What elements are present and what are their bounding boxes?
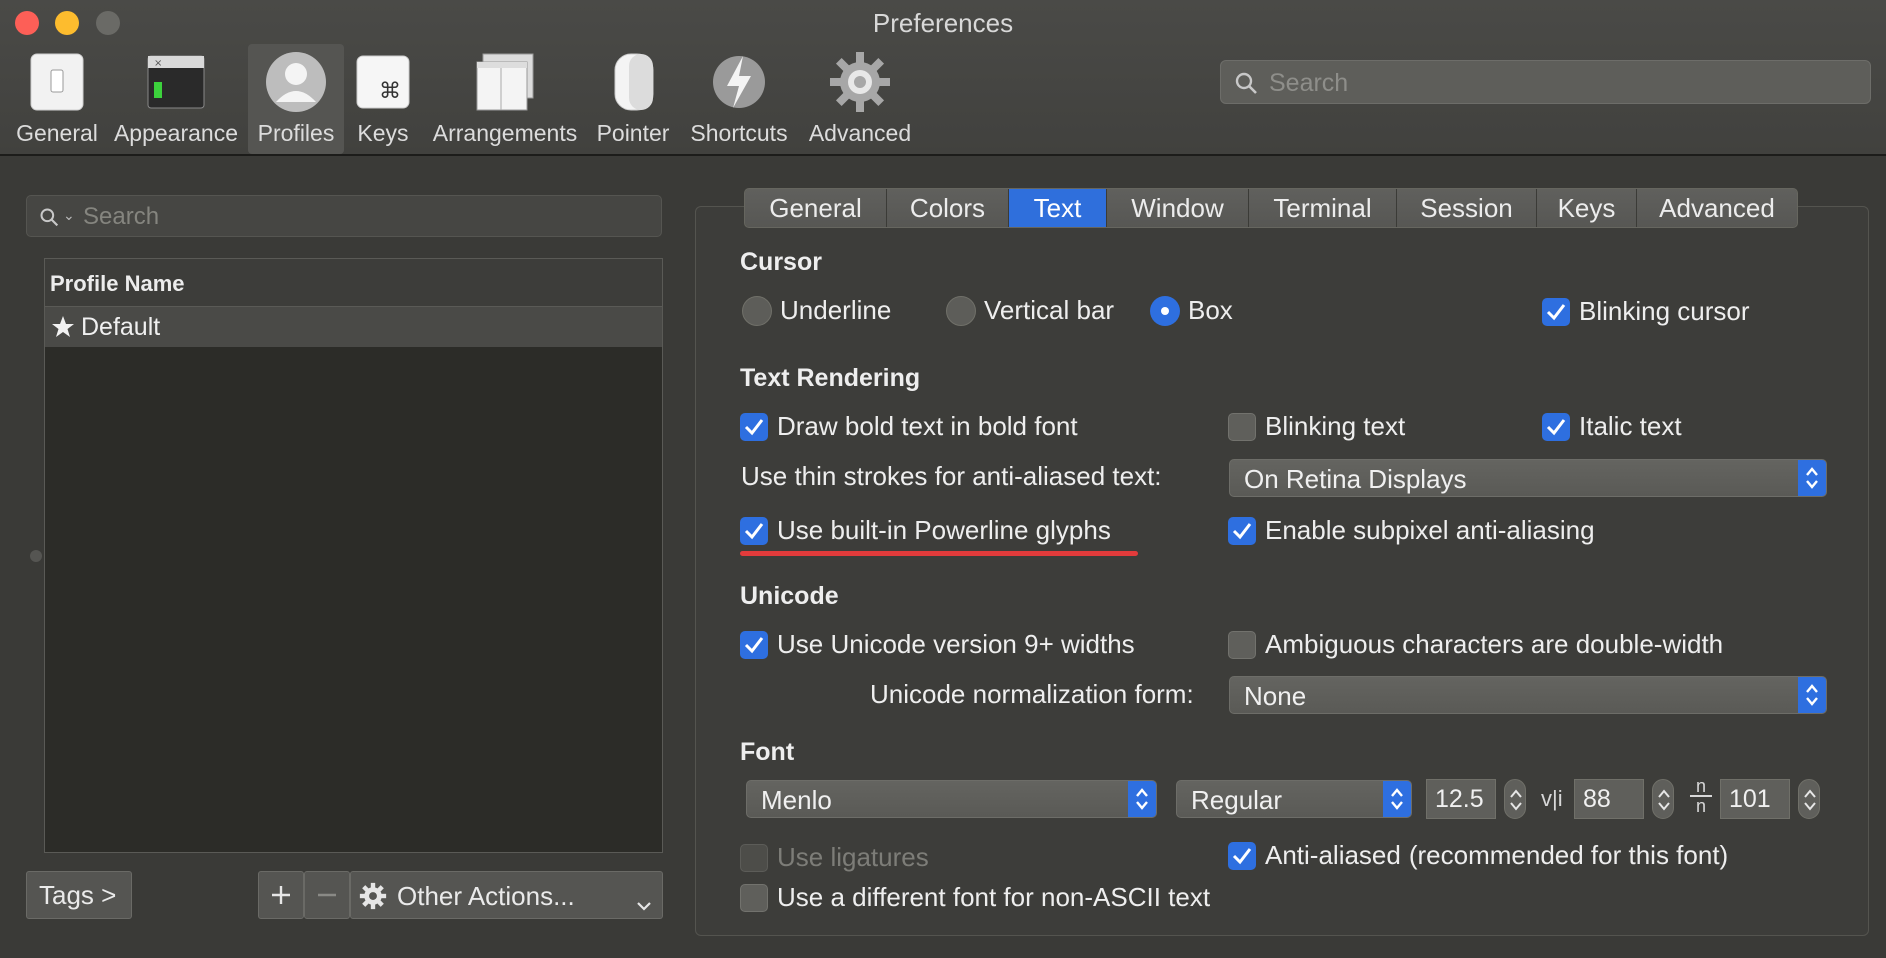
vertical-spacing-field[interactable]: 88 xyxy=(1574,779,1644,819)
horizontal-spacing-field[interactable]: 101 xyxy=(1720,779,1790,819)
checkmark-icon[interactable] xyxy=(1542,297,1570,326)
toolbar: Preferences General × Appearance Profile… xyxy=(0,0,1886,156)
select-arrows-icon xyxy=(1798,677,1826,713)
person-icon xyxy=(264,50,328,114)
star-icon xyxy=(51,315,75,339)
terminal-window-icon: × xyxy=(144,50,208,114)
thin-strokes-select[interactable]: On Retina Displays xyxy=(1229,459,1827,497)
radio-button[interactable] xyxy=(742,295,772,326)
toolbar-item-profiles[interactable]: Profiles xyxy=(248,44,344,154)
section-heading-cursor: Cursor xyxy=(740,248,822,276)
font-size-stepper[interactable] xyxy=(1504,779,1526,819)
subpixel-antialiasing-checkbox[interactable]: Enable subpixel anti-aliasing xyxy=(1228,515,1595,546)
preferences-window: Preferences General × Appearance Profile… xyxy=(0,0,1886,958)
tab-text[interactable]: Text xyxy=(1009,189,1107,227)
select-arrows-icon xyxy=(1798,460,1826,496)
tab-terminal[interactable]: Terminal xyxy=(1249,189,1397,227)
checkmark-icon[interactable] xyxy=(740,630,768,659)
command-key-icon: ⌘ xyxy=(351,50,415,114)
checkmark-icon[interactable] xyxy=(740,516,768,545)
profile-search-input[interactable]: ⌄ Search xyxy=(26,195,662,237)
cursor-vertical-bar-radio[interactable]: Vertical bar xyxy=(946,295,1114,326)
svg-text:⌘: ⌘ xyxy=(379,79,401,104)
windows-icon xyxy=(473,50,537,114)
horizontal-spacing-icon: n n xyxy=(1690,777,1712,815)
select-arrows-icon xyxy=(1383,781,1411,817)
tab-colors[interactable]: Colors xyxy=(887,189,1009,227)
tab-session[interactable]: Session xyxy=(1397,189,1537,227)
unicode-9-widths-checkbox[interactable]: Use Unicode version 9+ widths xyxy=(740,629,1135,660)
vertical-spacing-stepper[interactable] xyxy=(1652,779,1674,819)
mouse-icon xyxy=(601,50,665,114)
radio-button[interactable] xyxy=(1150,295,1180,326)
toolbar-item-shortcuts[interactable]: Shortcuts xyxy=(686,44,792,154)
vertical-spacing-icon: v|i xyxy=(1541,786,1563,811)
checkmark-icon[interactable] xyxy=(740,412,768,441)
chevron-down-icon[interactable]: ⌄ xyxy=(63,207,75,224)
cursor-underline-radio[interactable]: Underline xyxy=(742,295,891,326)
profile-tabs: General Colors Text Window Terminal Sess… xyxy=(744,188,1798,228)
svg-text:×: × xyxy=(154,58,162,69)
select-arrows-icon xyxy=(1128,781,1156,817)
gear-icon xyxy=(828,50,892,114)
font-family-select[interactable]: Menlo xyxy=(746,780,1157,818)
thin-strokes-label: Use thin strokes for anti-aliased text: xyxy=(741,461,1162,491)
add-profile-button[interactable] xyxy=(258,871,304,919)
search-icon xyxy=(1234,71,1258,100)
toolbar-item-advanced[interactable]: Advanced xyxy=(804,44,916,154)
ambiguous-double-width-checkbox[interactable]: Ambiguous characters are double-width xyxy=(1228,629,1723,660)
section-heading-text-rendering: Text Rendering xyxy=(740,364,921,392)
toolbar-item-appearance[interactable]: × Appearance xyxy=(112,44,240,154)
toolbar-item-pointer[interactable]: Pointer xyxy=(592,44,674,154)
toolbar-item-arrangements[interactable]: Arrangements xyxy=(428,44,582,154)
remove-profile-button[interactable] xyxy=(304,871,350,919)
non-ascii-font-checkbox[interactable]: Use a different font for non-ASCII text xyxy=(740,882,1210,913)
window-title: Preferences xyxy=(872,8,1014,38)
font-weight-select[interactable]: Regular xyxy=(1176,780,1412,818)
bold-font-checkbox[interactable]: Draw bold text in bold font xyxy=(740,411,1078,442)
powerline-glyphs-checkbox[interactable]: Use built-in Powerline glyphs xyxy=(740,515,1111,546)
unicode-normalization-label: Unicode normalization form: xyxy=(870,679,1194,709)
chevron-down-icon xyxy=(636,888,652,919)
font-size-field[interactable]: 12.5 xyxy=(1426,779,1496,819)
lightning-icon xyxy=(707,50,771,114)
split-view-handle[interactable] xyxy=(30,550,42,562)
checkmark-icon[interactable] xyxy=(1228,516,1256,545)
column-header-profile-name[interactable]: Profile Name xyxy=(45,259,662,307)
toolbar-item-general[interactable]: General xyxy=(10,44,104,154)
tags-button[interactable]: Tags > xyxy=(26,871,132,919)
tab-window[interactable]: Window xyxy=(1107,189,1249,227)
italic-text-checkbox[interactable]: Italic text xyxy=(1542,411,1682,442)
checkmark-icon[interactable] xyxy=(1228,841,1256,870)
horizontal-spacing-stepper[interactable] xyxy=(1798,779,1820,819)
gear-icon xyxy=(359,882,387,917)
other-actions-button[interactable]: Other Actions... xyxy=(350,871,663,919)
blinking-cursor-checkbox[interactable]: Blinking cursor xyxy=(1542,296,1750,327)
unicode-normalization-select[interactable]: None xyxy=(1229,676,1827,714)
search-icon xyxy=(39,207,59,232)
section-heading-unicode: Unicode xyxy=(740,582,839,610)
tab-general[interactable]: General xyxy=(745,189,887,227)
switch-icon xyxy=(25,50,89,114)
anti-aliased-checkbox[interactable]: Anti-aliased (recommended for this font) xyxy=(1228,840,1728,871)
blinking-text-checkbox[interactable]: Blinking text xyxy=(1228,411,1405,442)
profile-name: Default xyxy=(81,312,161,341)
radio-button[interactable] xyxy=(946,295,976,326)
tab-keys[interactable]: Keys xyxy=(1537,189,1637,227)
use-ligatures-checkbox[interactable]: Use ligatures xyxy=(740,842,929,873)
preferences-search-input[interactable]: Search xyxy=(1220,60,1871,104)
toolbar-item-keys[interactable]: ⌘ Keys xyxy=(350,44,416,154)
tab-advanced[interactable]: Advanced xyxy=(1637,189,1797,227)
annotation-underline xyxy=(740,551,1138,556)
profile-table: Profile Name Default xyxy=(44,258,663,853)
section-heading-font: Font xyxy=(740,738,795,766)
cursor-box-radio[interactable]: Box xyxy=(1150,295,1233,326)
table-row[interactable]: Default xyxy=(45,307,662,347)
checkmark-icon[interactable] xyxy=(1542,412,1570,441)
